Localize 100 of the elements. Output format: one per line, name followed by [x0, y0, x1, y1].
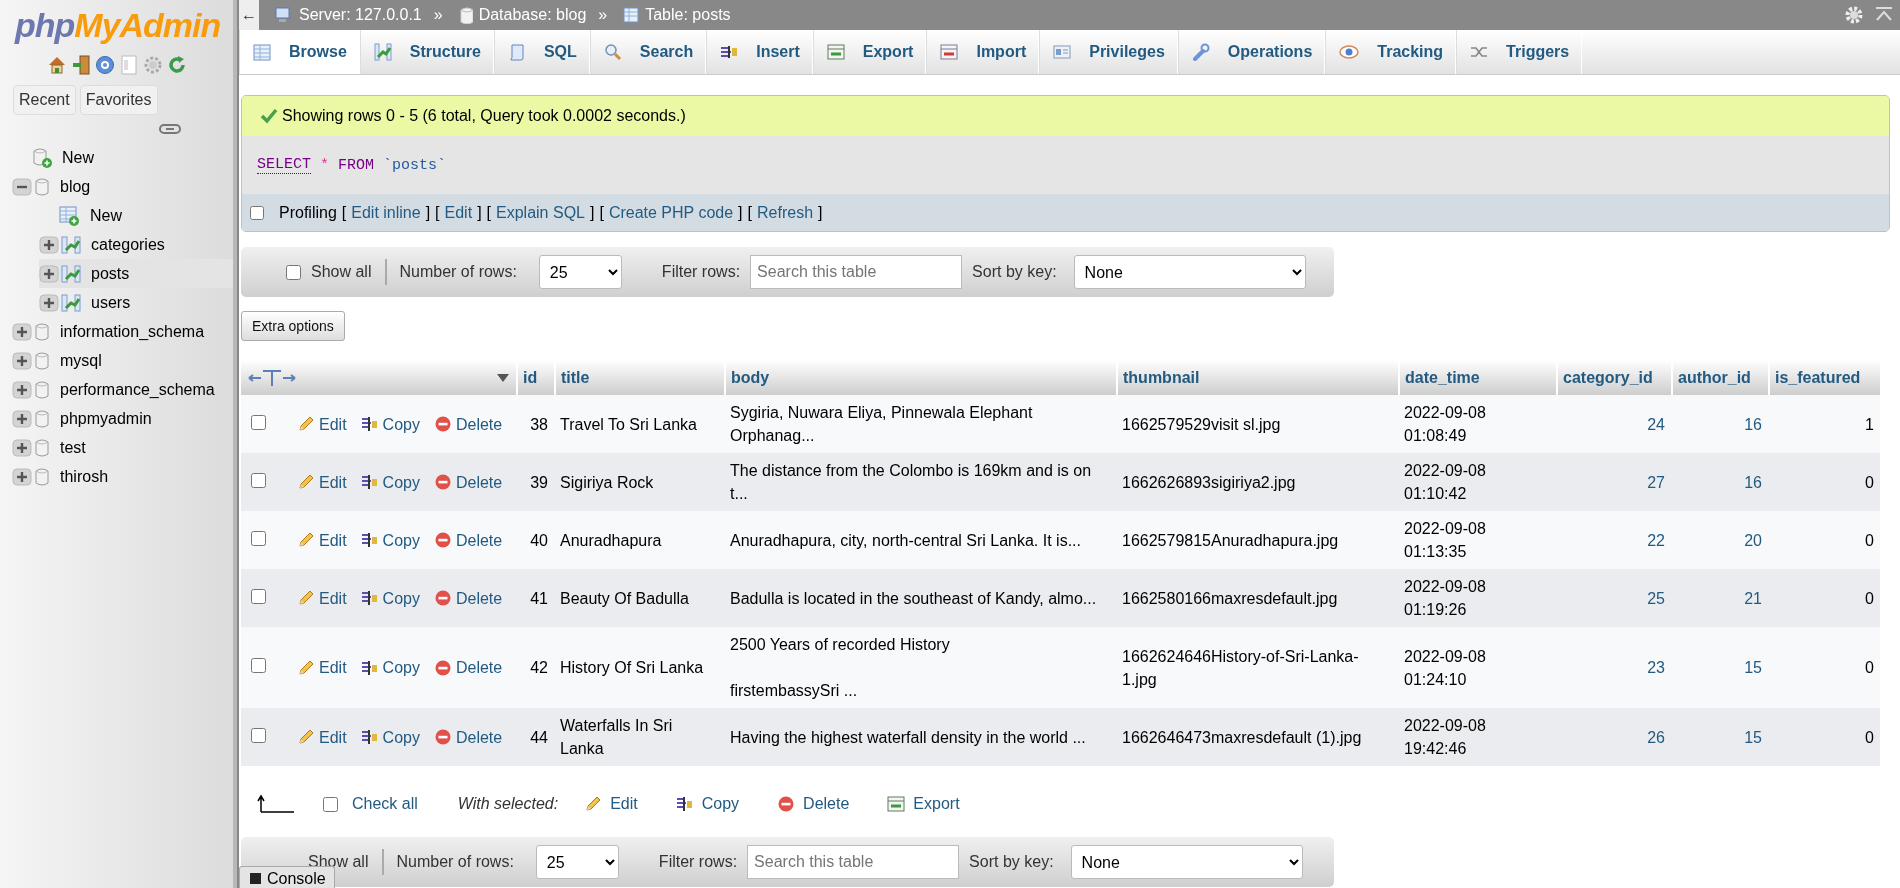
tree-item[interactable]: test: [12, 433, 233, 462]
tree-item[interactable]: New: [12, 143, 233, 172]
delete-link[interactable]: Delete: [433, 528, 503, 552]
tree-item[interactable]: information_schema: [12, 317, 233, 346]
tab[interactable]: Privileges: [1039, 30, 1178, 74]
expander-icon[interactable]: [12, 379, 32, 400]
profiling-link[interactable]: Refresh: [757, 203, 814, 222]
column-header[interactable]: id: [516, 360, 554, 395]
copy-link[interactable]: Copy: [360, 412, 420, 436]
check-all-link[interactable]: Check all: [352, 795, 418, 813]
export-link[interactable]: Export: [887, 795, 960, 813]
tree-item[interactable]: thirosh: [12, 462, 233, 491]
delete-link[interactable]: Delete: [433, 470, 503, 494]
row-checkbox[interactable]: [251, 414, 266, 430]
sidebar-tab[interactable]: Recent: [13, 85, 76, 115]
expander-icon[interactable]: [12, 466, 32, 487]
rows-select[interactable]: 25: [535, 845, 619, 879]
tree-item[interactable]: phpmyadmin: [12, 404, 233, 433]
rows-select[interactable]: 25: [538, 255, 622, 289]
logo[interactable]: phpMyAdmin: [15, 6, 221, 45]
column-header[interactable]: body: [724, 360, 1116, 395]
column-header[interactable]: title: [554, 360, 724, 395]
row-checkbox[interactable]: [251, 588, 266, 604]
delete-link[interactable]: Delete: [777, 795, 850, 813]
tree-item[interactable]: users: [39, 288, 233, 317]
tab[interactable]: Browse: [239, 30, 360, 74]
row-checkbox[interactable]: [251, 727, 266, 743]
sidebar-tab[interactable]: Favorites: [79, 85, 158, 115]
table-row[interactable]: Edit Copy Delete 41 Beauty Of Badulla Badulla is located in the southeast of Kandy, almo... 1662580166maxresdefault.jpg 2022-09-08 01:19:26 25 21 0: [241, 569, 1880, 627]
edit-link[interactable]: Edit: [297, 528, 347, 552]
tab[interactable]: Export: [812, 30, 927, 74]
delete-link[interactable]: Delete: [433, 412, 503, 436]
profiling-checkbox[interactable]: [250, 205, 264, 220]
tab[interactable]: Search: [589, 30, 707, 74]
column-header[interactable]: category_id: [1556, 360, 1671, 395]
column-header[interactable]: author_id: [1671, 360, 1768, 395]
tree-label[interactable]: users: [91, 293, 131, 312]
column-header[interactable]: thumbnail: [1116, 360, 1398, 395]
edit-link[interactable]: Edit: [297, 725, 347, 749]
copy-link[interactable]: Copy: [360, 528, 420, 552]
tree-item[interactable]: New: [39, 201, 233, 230]
delete-link[interactable]: Delete: [433, 656, 503, 679]
tab[interactable]: Tracking: [1325, 30, 1457, 74]
expander-icon[interactable]: [39, 292, 59, 313]
expander-icon[interactable]: [39, 234, 59, 255]
expander-icon[interactable]: [12, 176, 32, 197]
tree-label[interactable]: blog: [60, 177, 91, 196]
show-all-label[interactable]: Show all: [311, 263, 372, 281]
copy-link[interactable]: Copy: [360, 656, 420, 679]
tree-label[interactable]: mysql: [60, 351, 102, 370]
tree-item[interactable]: categories: [39, 230, 233, 259]
tree-label[interactable]: New: [90, 206, 122, 225]
check-all-checkbox[interactable]: [323, 796, 338, 812]
tab[interactable]: Structure: [359, 30, 494, 74]
table-row[interactable]: Edit Copy Delete 40 Anuradhapura Anuradhapura, city, north-central Sri Lanka. It is... 1662579815Anuradhapura.jpg 2022-09-08 01:13:35 22 20 0: [241, 511, 1880, 569]
expander-icon[interactable]: [12, 437, 32, 458]
tab[interactable]: Insert: [706, 30, 813, 74]
delete-link[interactable]: Delete: [433, 725, 503, 749]
sort-select[interactable]: None: [1073, 255, 1306, 289]
table-row[interactable]: Edit Copy Delete 39 Sigiriya Rock The distance from the Colombo is 169km and is on t... 1662626893sigiriya2.jpg 2022-09-08 01:10:42 27 16 0: [241, 453, 1880, 511]
tree-label[interactable]: categories: [91, 235, 165, 254]
tree-label[interactable]: New: [62, 148, 94, 167]
copy-link[interactable]: Copy: [360, 725, 420, 749]
filter-field[interactable]: Search this table: [750, 255, 963, 289]
tree-label[interactable]: test: [60, 438, 86, 457]
column-header[interactable]: is_featured: [1768, 360, 1880, 395]
edit-link[interactable]: Edit: [584, 795, 638, 813]
tab[interactable]: SQL: [493, 30, 590, 74]
row-checkbox[interactable]: [251, 658, 266, 673]
expander-icon[interactable]: [39, 263, 59, 284]
table-row[interactable]: Edit Copy Delete 38 Travel To Sri Lanka Sygiria, Nuwara Eliya, Pinnewala Elephant Orphanag... 1662579529visit sl.jpg 2022-09-08 01:08:49 24 16 1: [241, 395, 1880, 453]
tab[interactable]: Operations: [1177, 30, 1326, 74]
tree-label[interactable]: performance_schema: [60, 380, 215, 399]
edit-link[interactable]: Edit: [297, 412, 347, 436]
column-header[interactable]: date_time: [1398, 360, 1556, 395]
tree-label[interactable]: phpmyadmin: [60, 409, 152, 428]
back-button[interactable]: ←: [239, 0, 259, 30]
profiling-link[interactable]: Edit inline: [351, 203, 421, 222]
row-checkbox[interactable]: [251, 530, 266, 546]
sort-select[interactable]: None: [1070, 845, 1303, 879]
tree-label[interactable]: posts: [91, 264, 130, 283]
copy-link[interactable]: Copy: [360, 470, 420, 494]
edit-link[interactable]: Edit: [297, 656, 347, 679]
delete-link[interactable]: Delete: [433, 586, 503, 610]
tab[interactable]: Triggers: [1456, 30, 1583, 74]
tree-item[interactable]: blog: [12, 172, 233, 201]
tree-label[interactable]: information_schema: [60, 322, 205, 341]
tab[interactable]: Import: [926, 30, 1040, 74]
breadcrumb-link[interactable]: Database: blog: [458, 6, 587, 24]
edit-link[interactable]: Edit: [297, 586, 347, 610]
tree-item[interactable]: performance_schema: [12, 375, 233, 404]
extra-options-button[interactable]: Extra options: [241, 311, 345, 341]
tree-item[interactable]: posts: [39, 259, 233, 288]
tree-item[interactable]: mysql: [12, 346, 233, 375]
expander-icon[interactable]: [12, 350, 32, 371]
show-all-checkbox[interactable]: [286, 264, 301, 280]
breadcrumb-link[interactable]: Server: 127.0.0.1: [275, 6, 422, 24]
expander-icon[interactable]: [12, 408, 32, 429]
table-row[interactable]: Edit Copy Delete 42 History Of Sri Lanka 2500 Years of recorded History firstembassySri ... 1662624646History-of-Sri-Lanka-1.jpg 2022-09-08 01:24:10 23 15 0: [241, 627, 1880, 708]
row-checkbox[interactable]: [251, 472, 266, 488]
